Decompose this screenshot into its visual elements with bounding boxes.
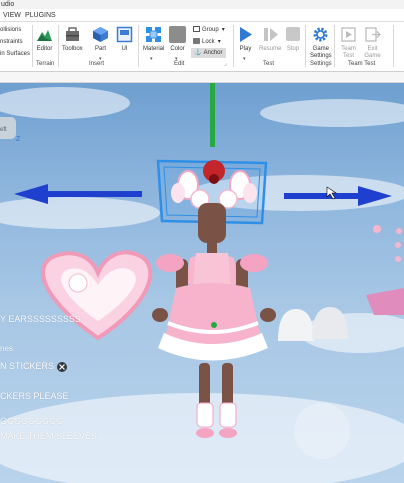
gear-icon bbox=[313, 27, 328, 42]
heart-accessory[interactable] bbox=[41, 250, 153, 341]
terrain-group-label: Terrain bbox=[36, 61, 55, 67]
toolbox-icon bbox=[65, 27, 79, 41]
play-dropdown-icon[interactable]: ▾ bbox=[243, 56, 246, 62]
bubble bbox=[294, 403, 350, 459]
anchor-button[interactable]: ⚓ Anchor bbox=[191, 48, 226, 58]
chat-line: CKERS PLEASE bbox=[0, 391, 69, 401]
chat-line: Y EARSSSSSSSSS bbox=[0, 314, 81, 324]
group-icon bbox=[193, 26, 200, 33]
window-title: udio bbox=[0, 0, 404, 9]
exit-icon bbox=[365, 27, 381, 42]
edit-group-label: Edit bbox=[174, 61, 185, 67]
team-test-icon bbox=[341, 27, 356, 42]
axis-z-label: Z bbox=[16, 136, 21, 143]
anchor-icon: ⚓ bbox=[194, 50, 202, 56]
ui-frame-icon bbox=[116, 26, 133, 43]
resume-icon bbox=[263, 28, 278, 41]
color-swatch-icon bbox=[169, 26, 186, 43]
ui-button[interactable]: UI bbox=[116, 26, 133, 53]
material-button[interactable]: Material bbox=[143, 26, 164, 53]
move-handle-y[interactable] bbox=[210, 83, 215, 147]
chat-line: N STICKERS bbox=[0, 361, 55, 371]
chat-line: nes bbox=[0, 344, 13, 353]
close-icon[interactable] bbox=[57, 362, 67, 372]
group-button[interactable]: Group ▾ bbox=[193, 26, 225, 34]
stop-icon bbox=[286, 27, 300, 41]
tab-plugins[interactable]: PLUGINS bbox=[25, 11, 56, 20]
pink-platform[interactable] bbox=[366, 288, 404, 315]
team-test-button[interactable]: Team Test bbox=[340, 26, 357, 60]
tab-view[interactable]: VIEW bbox=[3, 11, 21, 20]
material-icon bbox=[146, 27, 162, 42]
resume-button[interactable]: Resume bbox=[259, 26, 281, 53]
ribbon-footer bbox=[0, 72, 404, 83]
toolbox-button[interactable]: Toolbox bbox=[62, 26, 83, 53]
terrain-editor-icon bbox=[37, 30, 52, 41]
menu-bar: VIEW PLUGINS bbox=[0, 9, 404, 22]
exit-game-button[interactable]: Exit Game bbox=[364, 26, 381, 60]
part-button[interactable]: Part bbox=[92, 26, 109, 53]
chat-line: MAKE THEM SLEEVES bbox=[0, 431, 97, 441]
test-group-label: Test bbox=[263, 61, 275, 67]
settings-group-label: Settings bbox=[310, 61, 332, 67]
lock-icon bbox=[193, 38, 200, 45]
pink-decorations bbox=[373, 225, 402, 262]
view-cube-label: eft bbox=[0, 127, 7, 133]
play-button[interactable]: Play bbox=[237, 26, 254, 53]
join-surfaces-toggle[interactable]: in Surfaces bbox=[0, 50, 30, 58]
team-test-group-label: Team Test bbox=[348, 61, 376, 67]
lock-button[interactable]: Lock ▾ bbox=[193, 38, 221, 46]
editor-button[interactable]: Editor bbox=[36, 26, 53, 53]
part-cube-icon bbox=[93, 27, 108, 42]
play-icon bbox=[240, 27, 252, 42]
chat-line: GGGGGGGGG bbox=[0, 416, 64, 426]
3d-viewport[interactable]: eft Z Y EARSSSSSSSSS nes N STICKERS CKER… bbox=[0, 83, 404, 483]
constraints-toggle[interactable]: nstraints bbox=[0, 38, 23, 46]
game-settings-button[interactable]: Game Settings bbox=[310, 26, 332, 60]
ribbon-toolbar: ollisions nstraints in Surfaces Editor T… bbox=[0, 22, 404, 72]
color-button[interactable]: Color bbox=[169, 26, 186, 53]
edit-group-expand-icon[interactable]: ⌟ bbox=[224, 60, 227, 68]
stop-button[interactable]: Stop bbox=[286, 26, 300, 53]
collisions-toggle[interactable]: ollisions bbox=[0, 26, 21, 34]
insert-group-label: Insert bbox=[89, 61, 105, 67]
material-dropdown-icon[interactable]: ▾ bbox=[150, 56, 153, 62]
